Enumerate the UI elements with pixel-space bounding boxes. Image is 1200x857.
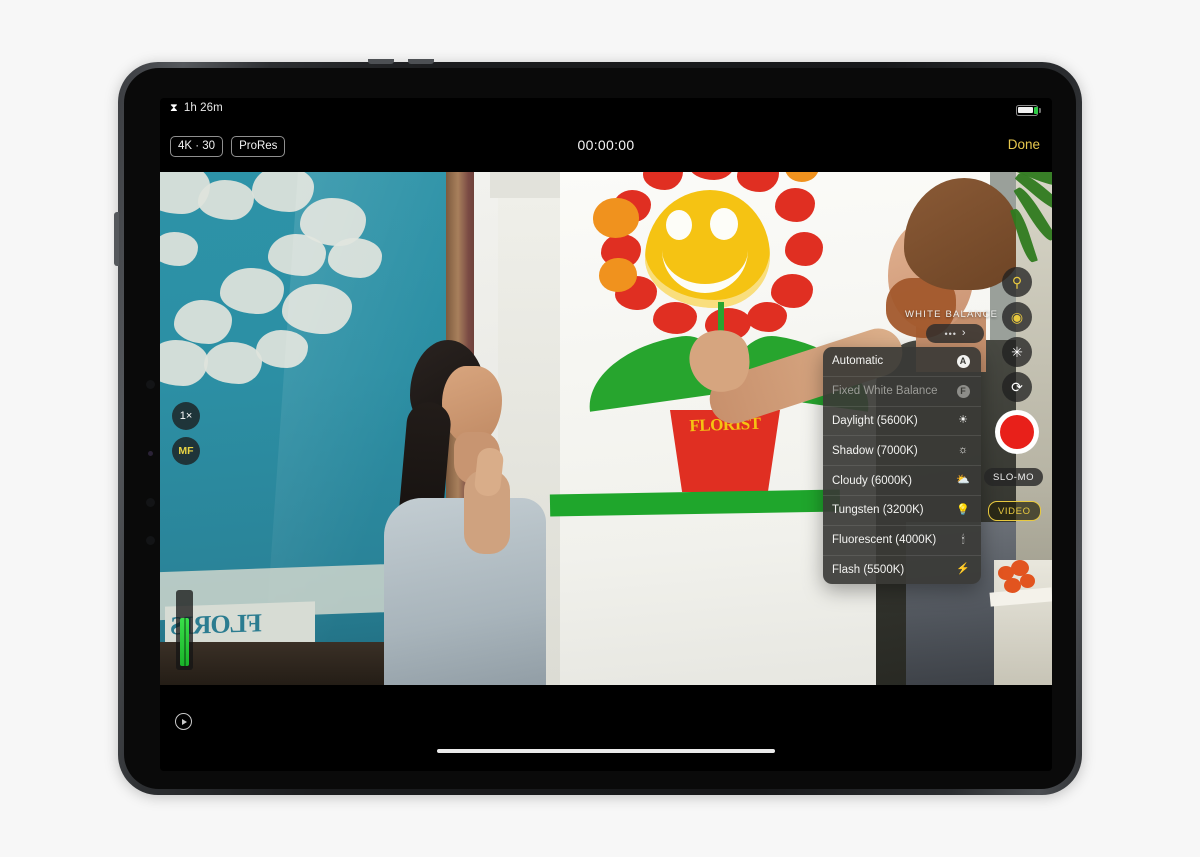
- flip-camera-button[interactable]: ⟳: [1002, 372, 1032, 402]
- wb-menu-item-automatic[interactable]: Automatic A: [823, 347, 981, 376]
- zoom-level-label: 1×: [179, 410, 193, 422]
- status-bar: ⧗ 1h 26m: [160, 98, 1052, 124]
- fluorescent-bulb-icon: 🕯: [961, 533, 965, 546]
- focus-star-icon: ✳: [1011, 344, 1023, 360]
- cloud-sun-icon: ⛅: [956, 474, 970, 487]
- volume-down-button[interactable]: [408, 59, 434, 64]
- wb-menu-item-flash[interactable]: Flash (5500K) ⚡: [823, 554, 981, 585]
- sun-icon: ☀: [958, 414, 968, 427]
- manual-focus-button[interactable]: MF: [172, 437, 200, 465]
- chevron-right-icon: ›: [961, 327, 966, 339]
- hourglass-icon: ⧗: [170, 101, 178, 114]
- ellipsis-icon: •••: [944, 328, 957, 339]
- volume-up-button[interactable]: [368, 59, 394, 64]
- scene-person-woman: [384, 340, 546, 685]
- white-balance-menu[interactable]: Automatic A Fixed White Balance F Daylig…: [823, 347, 981, 585]
- record-button[interactable]: [995, 410, 1039, 454]
- circled-a-icon: A: [954, 354, 972, 368]
- power-button[interactable]: [114, 212, 119, 266]
- exposure-button[interactable]: ◉: [1002, 302, 1032, 332]
- wb-menu-item-fluorescent[interactable]: Fluorescent (4000K) 🕯: [823, 524, 981, 555]
- mode-video[interactable]: VIDEO: [988, 501, 1041, 521]
- audio-level-meter: [176, 590, 193, 670]
- circled-f-icon: F: [954, 384, 972, 398]
- manual-focus-label: MF: [178, 445, 194, 457]
- record-time-remaining-label: 1h 26m: [183, 102, 223, 114]
- white-balance-section-label: WHITE BALANCE: [905, 309, 999, 320]
- timecode-display: 00:00:00: [577, 137, 635, 153]
- bottom-toolbar: [160, 685, 1052, 771]
- lightbulb-icon: 💡: [956, 503, 970, 516]
- bulb-rays-icon: ⚲: [1011, 274, 1023, 290]
- exposure-circle-icon: ◉: [1010, 309, 1024, 325]
- ipad-screen: ⧗ 1h 26m 4K · 30 ProRes 00:00:00 Done FL…: [160, 98, 1052, 771]
- settings-circle-icon[interactable]: [175, 713, 192, 730]
- bolt-icon: ⚡: [956, 563, 970, 576]
- sun-horizon-icon: ☼: [957, 444, 969, 457]
- focus-button[interactable]: ✳: [1002, 337, 1032, 367]
- rotate-camera-icon: ⟳: [1011, 379, 1023, 395]
- wb-menu-item-fixed-white-balance[interactable]: Fixed White Balance F: [823, 375, 981, 406]
- battery-icon: [1016, 105, 1042, 117]
- zoom-level-button[interactable]: 1×: [172, 402, 200, 430]
- home-indicator[interactable]: [437, 749, 775, 753]
- white-balance-button[interactable]: ⚲: [1002, 267, 1032, 297]
- microphone-icon: [146, 536, 155, 545]
- camera-viewfinder[interactable]: FLORIS FLORIST 1× MF WHITE BALANCE ••• ›…: [160, 172, 1052, 685]
- wb-menu-item-shadow[interactable]: Shadow (7000K) ☼: [823, 435, 981, 465]
- camera-lens-secondary-icon: [146, 498, 155, 507]
- mode-slomo[interactable]: SLO-MO: [984, 468, 1044, 486]
- ipad-device-frame: ⧗ 1h 26m 4K · 30 ProRes 00:00:00 Done FL…: [114, 59, 1082, 795]
- rear-camera-lens-icon: [146, 380, 155, 389]
- wb-menu-item-daylight[interactable]: Daylight (5600K) ☀: [823, 405, 981, 436]
- wb-menu-item-cloudy[interactable]: Cloudy (6000K) ⛅: [823, 465, 981, 495]
- record-button-inner: [1000, 415, 1034, 449]
- done-button[interactable]: Done: [1008, 137, 1040, 152]
- lidar-sensor-icon: [148, 451, 153, 456]
- record-time-remaining: ⧗ 1h 26m: [170, 102, 223, 114]
- scene-orange-flowers: [998, 560, 1040, 596]
- top-toolbar: 4K · 30 ProRes 00:00:00 Done: [160, 124, 1052, 172]
- white-balance-more-button[interactable]: ••• ›: [926, 324, 984, 343]
- wb-menu-item-tungsten[interactable]: Tungsten (3200K) 💡: [823, 494, 981, 525]
- poster-green-base-bar: [549, 489, 841, 517]
- device-bezel: ⧗ 1h 26m 4K · 30 ProRes 00:00:00 Done FL…: [124, 68, 1076, 789]
